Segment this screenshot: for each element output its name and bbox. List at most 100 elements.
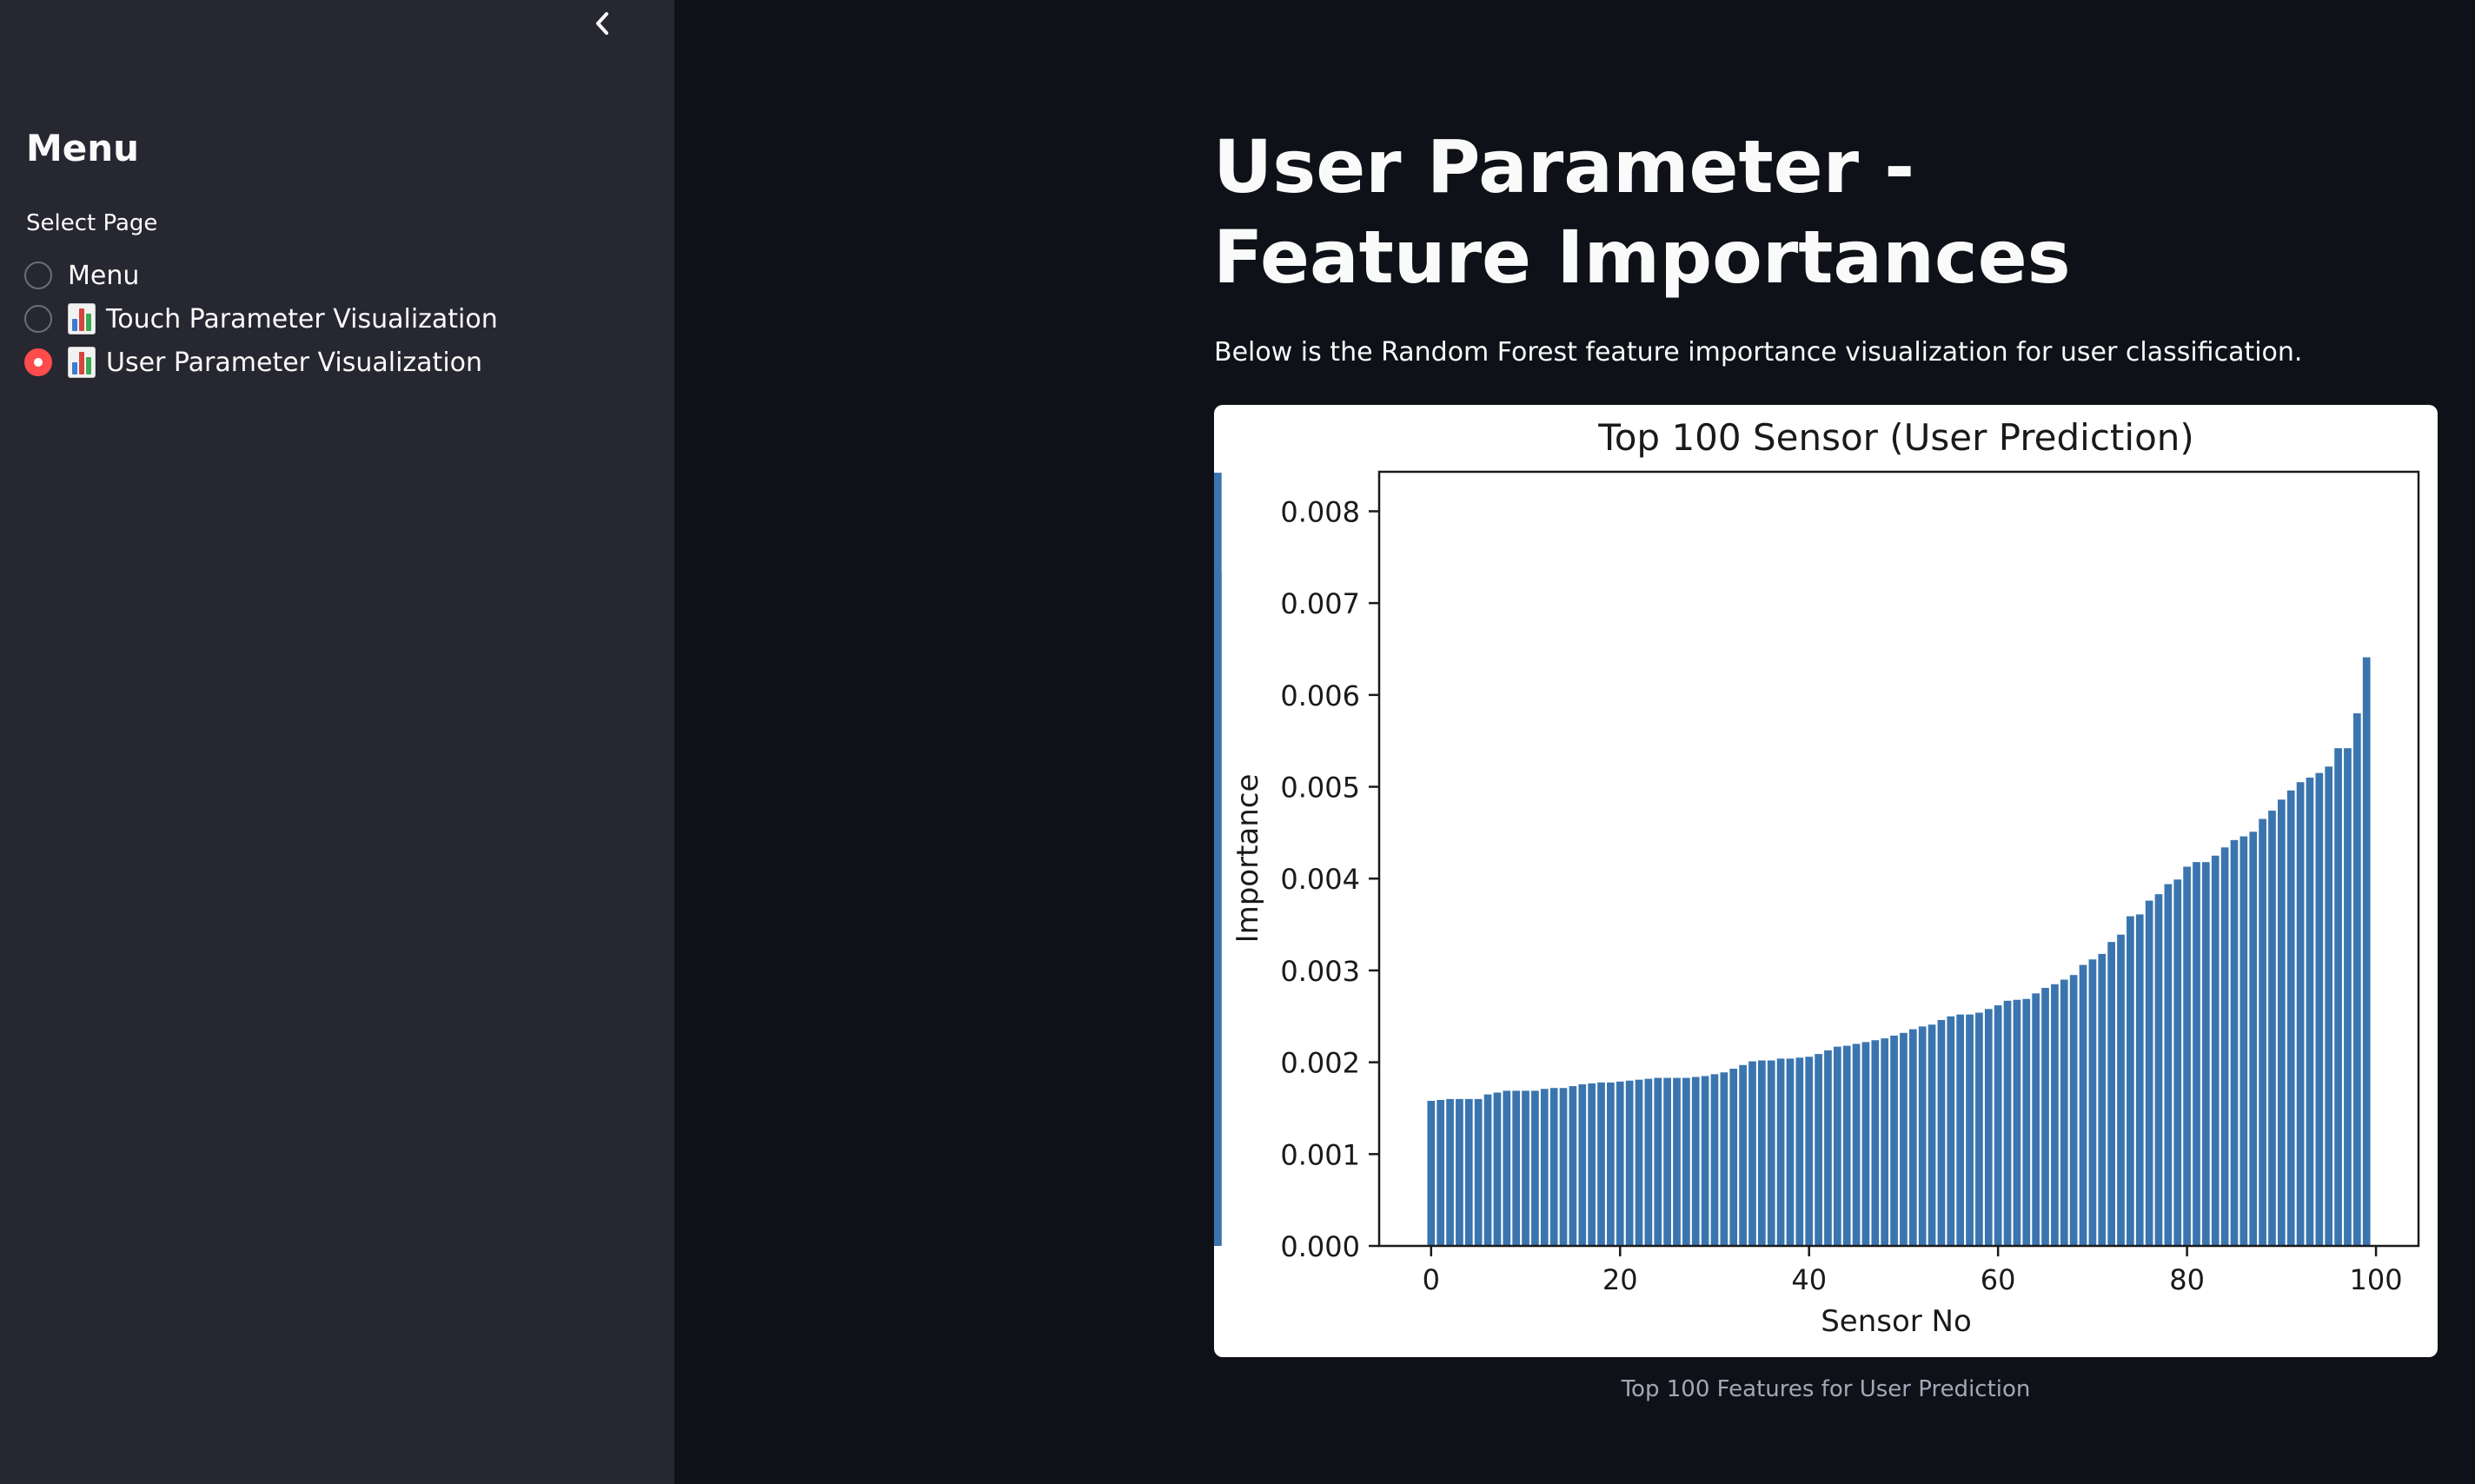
bar-sensor-70 (2088, 959, 2097, 1246)
bar-sensor-61 (2003, 1000, 2012, 1246)
bar-sensor-77 (2154, 894, 2163, 1246)
bar-sensor-46 (1861, 1042, 1870, 1246)
bar-sensor-13 (1549, 1088, 1558, 1246)
page-description: Below is the Random Forest feature impor… (1214, 337, 2303, 368)
radio-button-selected[interactable] (24, 348, 52, 376)
bar-sensor-17 (1588, 1083, 1596, 1246)
bar-sensor-21 (1625, 1080, 1634, 1246)
bar-sensor-38 (1786, 1058, 1795, 1246)
bar-sensor-14 (1559, 1088, 1568, 1246)
bar-sensor-39 (1795, 1057, 1804, 1246)
bar-sensor-83 (2211, 855, 2220, 1246)
bar-sensor-75 (2135, 914, 2144, 1246)
y-tick-label: 0.004 (1280, 863, 1360, 896)
x-axis-label: Sensor No (1821, 1304, 1972, 1339)
bar-sensor-0 (1427, 1101, 1436, 1246)
bar-sensor-91 (2286, 790, 2295, 1246)
select-page-label: Select Page (26, 210, 158, 236)
x-axis: 0 20 40 60 80 100 (1423, 1246, 2403, 1296)
bar-sensor-20 (1616, 1081, 1624, 1246)
bar-sensor-52 (1918, 1026, 1927, 1246)
bar-sensor-40 (1805, 1057, 1814, 1246)
bar-sensor-11 (1531, 1090, 1539, 1246)
bar-sensor-34 (1748, 1061, 1756, 1246)
bar-sensor-99 (2362, 657, 2371, 1246)
bar-sensor-71 (2098, 953, 2107, 1246)
bar-sensor-92 (2296, 782, 2305, 1246)
bar-sensor-67 (2060, 979, 2068, 1246)
y-tick-label: 0.000 (1280, 1230, 1360, 1263)
bar-sensor-98 (2352, 712, 2361, 1246)
bar-sensor-6 (1483, 1094, 1492, 1246)
bar-sensor-10 (1522, 1090, 1529, 1246)
bar-sensor-32 (1729, 1069, 1738, 1246)
bar-sensor-47 (1871, 1040, 1880, 1246)
bar-sensor-3 (1456, 1098, 1463, 1246)
bar-sensor-59 (1984, 1009, 1993, 1246)
bar-sensor-16 (1578, 1083, 1587, 1246)
bar-sensor-35 (1757, 1060, 1766, 1246)
bar-sensor-90 (2277, 799, 2286, 1246)
sidebar-title: Menu (26, 127, 140, 169)
bar-chart-icon (68, 347, 96, 378)
bar-sensor-80 (2183, 866, 2191, 1246)
bar-sensor-72 (2107, 942, 2115, 1246)
y-tick-label: 0.003 (1280, 955, 1360, 988)
bar-sensor-87 (2249, 831, 2258, 1246)
bar-sensor-45 (1852, 1043, 1861, 1246)
bar-sensor-7 (1493, 1092, 1502, 1246)
bar-sensor-43 (1833, 1046, 1841, 1246)
bar-sensor-undefined (1214, 473, 1222, 1246)
bar-sensor-2 (1446, 1098, 1454, 1246)
bar-sensor-26 (1673, 1077, 1681, 1246)
bar-sensor-93 (2306, 777, 2314, 1246)
bar-sensor-49 (1890, 1035, 1898, 1246)
bar-sensor-76 (2145, 900, 2153, 1246)
bar-sensor-29 (1701, 1076, 1709, 1246)
radio-button[interactable] (24, 305, 52, 333)
bar-sensor-62 (2013, 999, 2021, 1246)
bar-sensor-25 (1663, 1077, 1671, 1246)
bar-sensor-58 (1975, 1012, 1983, 1246)
bar-sensor-15 (1569, 1086, 1577, 1246)
bar-sensor-51 (1908, 1029, 1917, 1246)
bar-sensor-66 (2051, 984, 2059, 1246)
app-root: Menu Select Page Menu Touch Parameter Vi… (0, 0, 2475, 1484)
y-tick-label: 0.002 (1280, 1047, 1360, 1080)
bar-sensor-9 (1512, 1090, 1521, 1246)
chart-title: Top 100 Sensor (User Prediction) (1597, 416, 2194, 459)
radio-label: Menu (68, 260, 140, 291)
bar-sensor-78 (2164, 884, 2173, 1246)
bar-sensor-97 (2344, 748, 2352, 1246)
radio-option-user-parameter[interactable]: User Parameter Visualization (24, 341, 498, 384)
bar-sensor-42 (1824, 1050, 1832, 1246)
bar-sensor-82 (2202, 862, 2210, 1246)
page-radio-group: Menu Touch Parameter Visualization User … (24, 254, 498, 384)
bar-sensor-36 (1767, 1060, 1775, 1246)
y-axis: 0.000 0.001 0.002 0.003 0.004 0.005 0.006 0.007… (1280, 495, 1379, 1263)
x-tick-label: 40 (1791, 1263, 1827, 1296)
y-tick-label: 0.007 (1280, 587, 1360, 620)
bar-sensor-74 (2127, 916, 2134, 1246)
bars-group (1214, 473, 2371, 1246)
y-axis-label: Importance (1231, 774, 1265, 944)
bar-sensor-41 (1815, 1054, 1822, 1246)
bar-sensor-23 (1644, 1078, 1653, 1246)
bar-sensor-24 (1654, 1077, 1662, 1246)
bar-sensor-88 (2259, 818, 2266, 1246)
x-tick-label: 80 (2169, 1263, 2205, 1296)
radio-button[interactable] (24, 262, 52, 289)
bar-sensor-50 (1900, 1032, 1908, 1246)
radio-option-touch-parameter[interactable]: Touch Parameter Visualization (24, 297, 498, 341)
bar-sensor-12 (1540, 1089, 1549, 1246)
radio-label: Touch Parameter Visualization (106, 303, 498, 335)
collapse-sidebar-button[interactable] (581, 3, 624, 43)
bar-sensor-57 (1966, 1014, 1974, 1246)
bar-sensor-19 (1607, 1082, 1615, 1246)
radio-option-menu[interactable]: Menu (24, 254, 498, 297)
bar-sensor-84 (2220, 847, 2229, 1246)
bar-sensor-18 (1597, 1082, 1605, 1246)
bar-sensor-28 (1691, 1077, 1700, 1246)
bar-sensor-30 (1710, 1074, 1719, 1246)
bar-sensor-48 (1881, 1038, 1889, 1246)
